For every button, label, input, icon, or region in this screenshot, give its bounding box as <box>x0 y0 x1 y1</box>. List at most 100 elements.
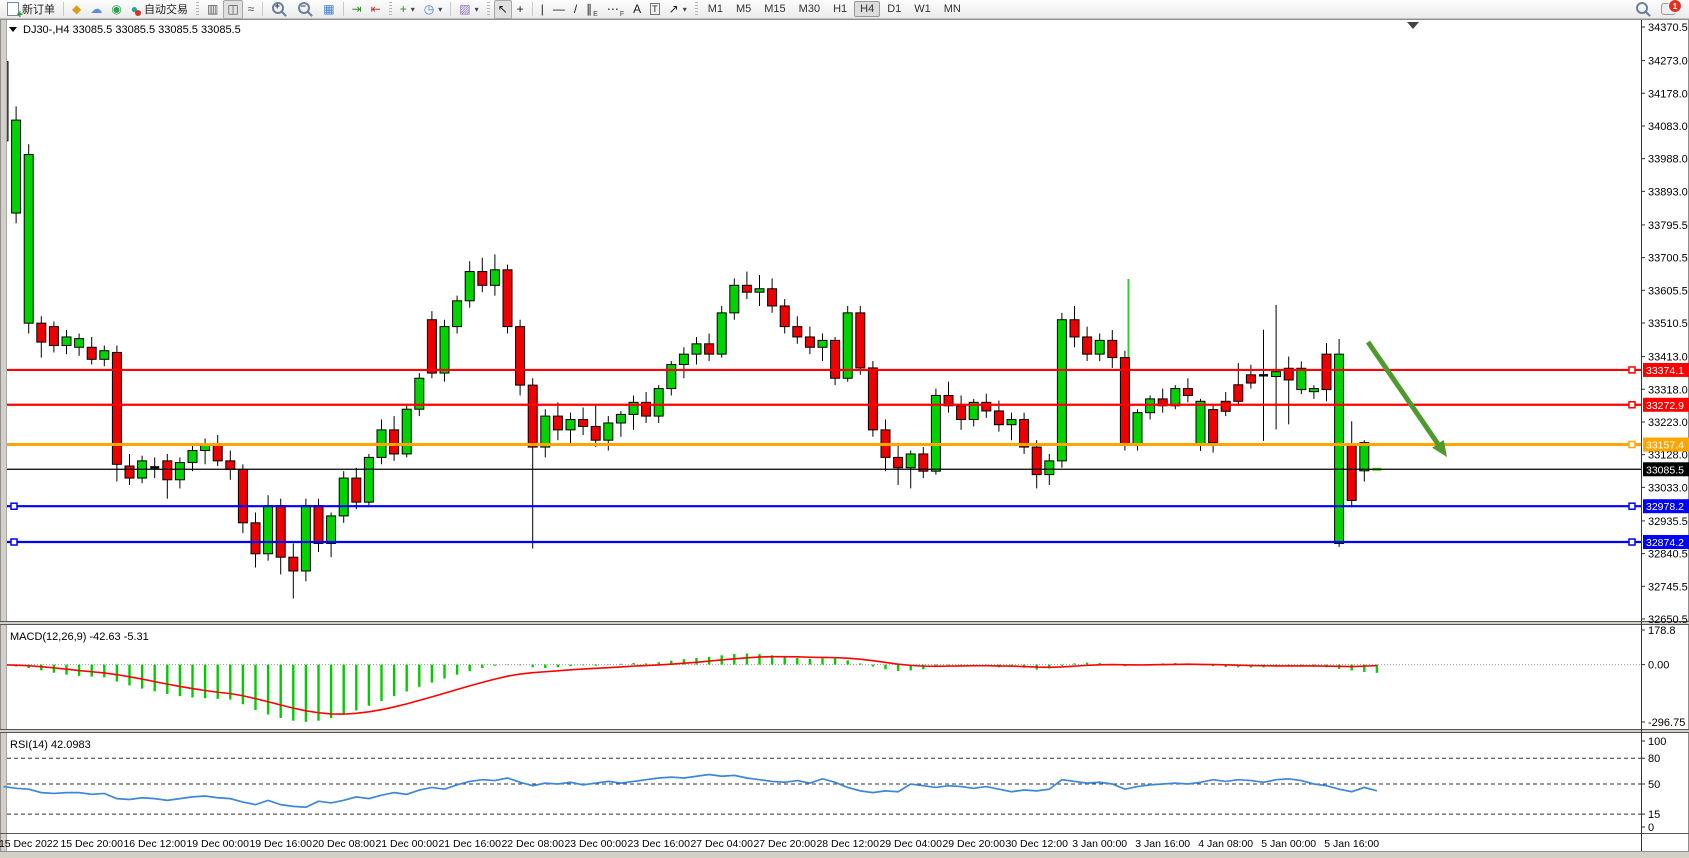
timeframe-m5[interactable]: M5 <box>730 1 757 17</box>
bear-candle <box>251 523 260 554</box>
alerts-button[interactable]: ◉ <box>107 0 125 19</box>
main-toolbar: 新订单◆☁◉●自动交易▥◫≈+−▦⇥⇤+▾◷▾▨▾↖+|—/∥E⋯FAT↗▾M1… <box>0 0 1689 19</box>
chart-shift-icon: ⇤ <box>371 3 381 15</box>
periods-icon: ◷ <box>424 3 434 15</box>
chat-bubble-icon: 1 <box>1661 3 1676 15</box>
vertical-line-icon: | <box>541 3 544 15</box>
dropdown-caret-icon[interactable]: ▾ <box>438 5 442 14</box>
bull-candle <box>1272 372 1281 377</box>
bear-candle <box>780 306 789 327</box>
support-line-1-handle[interactable] <box>1629 503 1635 509</box>
dropdown-caret-icon[interactable]: ▾ <box>411 5 415 14</box>
time-tick-label: 30 Dec 12:00 <box>1005 838 1068 850</box>
time-tick-label: 21 Dec 00:00 <box>375 838 438 850</box>
dropdown-caret-icon[interactable]: ▾ <box>683 5 687 14</box>
trendline-button[interactable]: / <box>570 0 581 19</box>
auto-scroll-button[interactable]: ⇥ <box>348 0 366 19</box>
timeframe-w1[interactable]: W1 <box>908 1 937 17</box>
auto-scroll-icon: ⇥ <box>352 3 362 15</box>
timeframe-m15[interactable]: M15 <box>758 1 791 17</box>
rsi-tick-label: 80 <box>1648 753 1660 765</box>
bear-candle <box>1322 354 1331 389</box>
indicators-button[interactable]: +▾ <box>396 0 419 19</box>
cursor-button[interactable]: ↖ <box>494 0 512 19</box>
timeframe-h4[interactable]: H4 <box>854 1 880 17</box>
bull-candle <box>62 337 71 346</box>
time-tick-label: 29 Dec 20:00 <box>942 838 1005 850</box>
time-tick-label: 19 Dec 16:00 <box>249 838 312 850</box>
time-tick-label: 28 Dec 12:00 <box>816 838 879 850</box>
toolbar-separator <box>262 2 263 16</box>
bear-candle <box>314 506 323 544</box>
bull-candle <box>541 416 550 447</box>
alerts-icon: ◉ <box>111 3 121 15</box>
resistance-line-2-handle[interactable] <box>1629 402 1635 408</box>
notifications-button[interactable]: 1 <box>1657 0 1686 19</box>
time-tick-label: 21 Dec 16:00 <box>438 838 501 850</box>
tile-windows-icon: ▦ <box>323 3 334 15</box>
support-line-2-handle[interactable] <box>1629 539 1635 545</box>
periods-button[interactable]: ◷▾ <box>420 0 447 19</box>
bull-candle <box>604 423 613 440</box>
bull-candle <box>654 389 663 417</box>
price-tick-label: 34370.5 <box>1648 22 1688 34</box>
templates-button[interactable]: ▨▾ <box>455 0 482 19</box>
price-tick-label: 33605.5 <box>1648 285 1688 297</box>
arrows-tool-button[interactable]: ↗▾ <box>665 0 691 19</box>
bear-candle <box>1070 320 1079 337</box>
time-tick-label: 20 Dec 08:00 <box>312 838 375 850</box>
bull-candle <box>1360 443 1369 471</box>
equidistant-channel-button[interactable]: ∥E <box>582 0 602 19</box>
support-line-2-handle[interactable] <box>11 539 17 545</box>
bull-candle <box>12 120 21 213</box>
timeframe-h1[interactable]: H1 <box>827 1 853 17</box>
autotrading-button[interactable]: ●自动交易 <box>127 0 192 19</box>
bull-candle <box>931 395 940 471</box>
macd-tick-label: 178.8 <box>1648 625 1676 637</box>
timeframe-m30[interactable]: M30 <box>793 1 826 17</box>
bull-candle <box>818 340 827 347</box>
dropdown-caret-icon[interactable]: ▾ <box>475 5 479 14</box>
zoom-out-button[interactable]: − <box>293 0 318 19</box>
bar-chart-button[interactable]: ▥ <box>203 0 222 19</box>
tile-windows-button[interactable]: ▦ <box>319 0 338 19</box>
timeframe-m1[interactable]: M1 <box>702 1 729 17</box>
timeframe-mn[interactable]: MN <box>938 1 967 17</box>
bull-candle <box>679 354 688 364</box>
bull-candle <box>755 289 764 292</box>
time-tick-label: 29 Dec 04:00 <box>879 838 942 850</box>
bear-candle <box>1083 337 1092 354</box>
bull-candle <box>906 454 915 468</box>
text-label-button[interactable]: T <box>646 0 664 19</box>
bear-candle <box>1209 410 1218 443</box>
bull-candle <box>1045 461 1054 475</box>
price-tick-label: 33988.0 <box>1648 154 1688 166</box>
pivot-line-handle[interactable] <box>1629 442 1635 448</box>
chart-shift-button[interactable]: ⇤ <box>367 0 385 19</box>
bear-candle <box>87 347 96 359</box>
support-line-1-handle[interactable] <box>11 503 17 509</box>
bear-candle <box>1221 401 1230 411</box>
search-button[interactable] <box>1631 0 1656 19</box>
bull-candle <box>843 313 852 378</box>
chart-styler-button[interactable]: ◆ <box>68 0 85 19</box>
bear-candle <box>352 478 361 502</box>
horizontal-line-button[interactable]: — <box>549 0 569 19</box>
fibonacci-button[interactable]: ⋯F <box>603 0 628 19</box>
resistance-line-1-handle[interactable] <box>1629 367 1635 373</box>
bull-candle <box>440 327 449 373</box>
zoom-in-button[interactable]: + <box>267 0 292 19</box>
vertical-line-button[interactable]: | <box>537 0 548 19</box>
bear-candle <box>49 327 58 346</box>
new-order-button[interactable]: 新订单 <box>3 0 59 19</box>
candlestick-chart-button[interactable]: ◫ <box>223 0 242 19</box>
bull-candle <box>465 272 474 301</box>
line-chart-button[interactable]: ≈ <box>244 0 259 19</box>
text-button[interactable]: A <box>629 0 645 19</box>
timeframe-d1[interactable]: D1 <box>881 1 907 17</box>
toolbar-separator <box>63 2 64 16</box>
chart-window[interactable]: 34370.534273.034178.034083.033988.033893… <box>0 0 1689 858</box>
profiles-button[interactable]: ☁ <box>86 0 106 19</box>
crosshair-button[interactable]: + <box>513 0 528 19</box>
rsi-label: RSI(14) 42.0983 <box>10 739 91 751</box>
